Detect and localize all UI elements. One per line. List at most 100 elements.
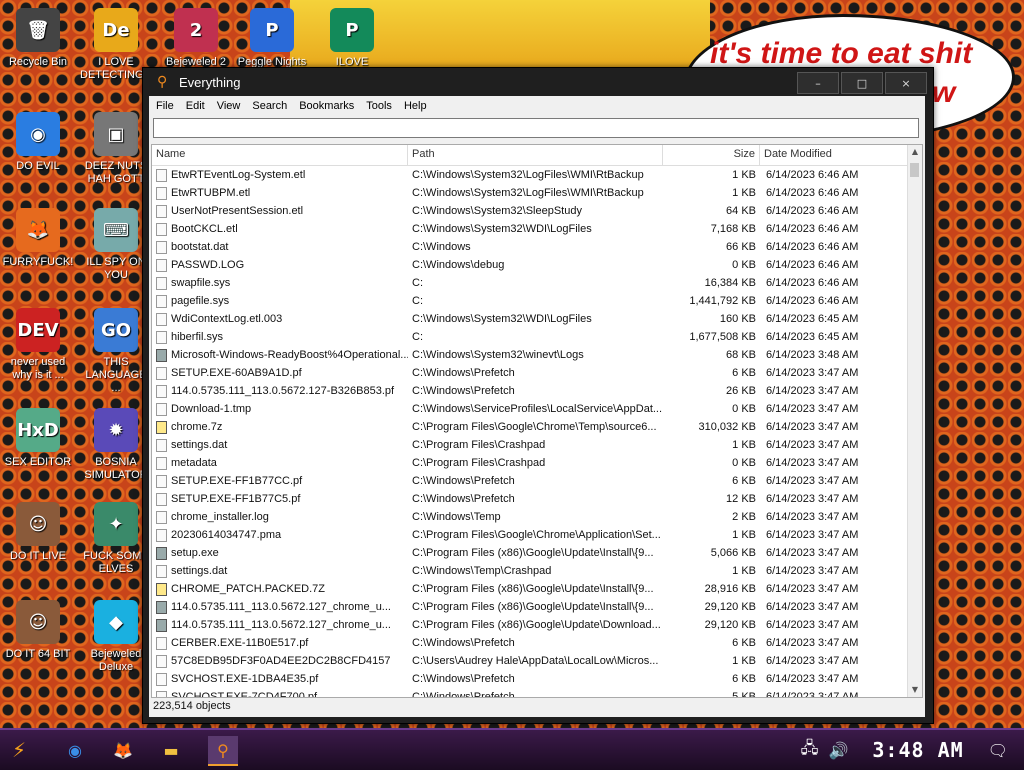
cell-size: 29,120 KB (704, 601, 756, 613)
cell-path: C:\Program Files (x86)\Google\Update\Ins… (412, 583, 654, 595)
cell-size: 28,916 KB (704, 583, 756, 595)
menu-bookmarks[interactable]: Bookmarks (294, 100, 359, 112)
table-row[interactable]: 114.0.5735.111_113.0.5672.127_chrome_u..… (152, 616, 922, 634)
cell-size: 12 KB (726, 493, 756, 505)
table-row[interactable]: Download-1.tmp C:\Windows\ServiceProfiles… (152, 400, 922, 418)
table-row[interactable]: WdiContextLog.etl.003 C:\Windows\System32… (152, 310, 922, 328)
clock[interactable]: 3:48 AM (872, 738, 963, 762)
cell-path: C: (412, 277, 423, 289)
mine-icon: ✹ (94, 408, 138, 452)
search-input[interactable] (153, 118, 919, 138)
executable-icon (156, 618, 167, 632)
table-row[interactable]: 20230614034747.pma C:\Program Files\Googl… (152, 526, 922, 544)
cell-name: Download-1.tmp (152, 402, 408, 416)
taskbar-firefox-icon[interactable]: 🦊 (108, 736, 138, 764)
file-icon (156, 402, 167, 416)
table-row[interactable]: chrome.7z C:\Program Files\Google\Chrome\… (152, 418, 922, 436)
maximize-button[interactable]: □ (841, 72, 883, 94)
table-row[interactable]: SETUP.EXE-60AB9A1D.pf C:\Windows\Prefetch… (152, 364, 922, 382)
table-row[interactable]: PASSWD.LOG C:\Windows\debug 0 KB 6/14/2023 … (152, 256, 922, 274)
file-icon (156, 438, 167, 452)
menu-file[interactable]: File (151, 100, 179, 112)
notification-icon[interactable]: 🗨 (988, 741, 1008, 760)
vertical-scrollbar[interactable]: ▲ ▼ (907, 145, 922, 697)
cell-path: C:\Windows\Prefetch (412, 385, 515, 397)
table-row[interactable]: bootstat.dat C:\Windows 66 KB 6/14/2023 6:4… (152, 238, 922, 256)
table-row[interactable]: Microsoft-Windows-ReadyBoost%4Operationa… (152, 346, 922, 364)
table-row[interactable]: BootCKCL.etl C:\Windows\System32\WDI\LogF… (152, 220, 922, 238)
desktop-shortcut[interactable]: DEV never used why is it ... (2, 308, 74, 382)
cell-name: chrome_installer.log (152, 510, 408, 524)
taskbar-explorer-icon[interactable]: ▬ (156, 736, 186, 764)
goland-icon: GO (94, 308, 138, 352)
menu-search[interactable]: Search (247, 100, 292, 112)
taskbar-chrome-icon[interactable]: ◉ (60, 736, 90, 764)
taskbar: ⚡ ◉ 🦊 ▬ ⚲ 🖧 🔊 3:48 AM 🗨 (0, 728, 1024, 770)
cell-path: C:\Windows\ServiceProfiles\LocalService\… (412, 403, 663, 415)
column-size[interactable]: Size (663, 145, 760, 165)
desktop-shortcut[interactable]: ☺ DO IT LIVE (2, 502, 74, 563)
scroll-thumb[interactable] (910, 163, 919, 177)
table-row[interactable]: pagefile.sys C: 1,441,792 KB 6/14/2023 6:46… (152, 292, 922, 310)
table-row[interactable]: EtwRTUBPM.etl C:\Windows\System32\LogFile… (152, 184, 922, 202)
menu-tools[interactable]: Tools (361, 100, 397, 112)
desktop-shortcut-label: DO IT 64 BIT (5, 648, 71, 660)
menu-help[interactable]: Help (399, 100, 432, 112)
desktop-shortcut[interactable]: P ILOVE (316, 8, 388, 69)
table-row[interactable]: SVCHOST.EXE-1DBA4E35.pf C:\Windows\Prefet… (152, 670, 922, 688)
cell-name: Microsoft-Windows-ReadyBoost%4Operationa… (152, 348, 408, 362)
table-row[interactable]: SETUP.EXE-FF1B77C5.pf C:\Windows\Prefetch… (152, 490, 922, 508)
desktop-shortcut[interactable]: HxD SEX EDITOR (2, 408, 74, 469)
desktop-shortcut[interactable]: 🗑 Recycle Bin (2, 8, 74, 69)
desktop-shortcut[interactable]: 2 Bejeweled 2 (160, 8, 232, 69)
network-icon[interactable]: 🖧 (801, 737, 819, 764)
table-row[interactable]: metadata C:\Program Files\Crashpad 0 KB 6/1… (152, 454, 922, 472)
table-row[interactable]: SVCHOST.EXE-7CD4F700.pf C:\Windows\Prefet… (152, 688, 922, 697)
de-app-icon: De (94, 8, 138, 52)
scroll-down-icon[interactable]: ▼ (908, 683, 922, 697)
table-row[interactable]: settings.dat C:\Program Files\Crashpad 1 K… (152, 436, 922, 454)
column-date-modified[interactable]: Date Modified (760, 145, 910, 165)
cell-name: SETUP.EXE-FF1B77CC.pf (152, 474, 408, 488)
start-button[interactable]: ⚡ (12, 738, 40, 762)
table-row[interactable]: CERBER.EXE-11B0E517.pf C:\Windows\Prefetc… (152, 634, 922, 652)
table-row[interactable]: CHROME_PATCH.PACKED.7Z C:\Program Files (… (152, 580, 922, 598)
table-row[interactable]: SETUP.EXE-FF1B77CC.pf C:\Windows\Prefetch… (152, 472, 922, 490)
table-row[interactable]: settings.dat C:\Windows\Temp\Crashpad 1 KB… (152, 562, 922, 580)
cell-name: EtwRTUBPM.etl (152, 186, 408, 200)
cell-date: 6/14/2023 6:45 AM (766, 331, 859, 343)
file-icon (156, 456, 167, 470)
volume-icon[interactable]: 🔊 (828, 741, 848, 760)
table-row[interactable]: hiberfil.sys C: 1,677,508 KB 6/14/2023 6:45… (152, 328, 922, 346)
table-row[interactable]: setup.exe C:\Program Files (x86)\Google\U… (152, 544, 922, 562)
minimize-button[interactable]: – (797, 72, 839, 94)
menu-edit[interactable]: Edit (181, 100, 210, 112)
cell-path: C:\Windows\Temp (412, 511, 501, 523)
desktop-shortcut[interactable]: 🦊 FURRYFUCK! (2, 208, 74, 269)
taskbar-everything-icon[interactable]: ⚲ (208, 736, 238, 766)
close-button[interactable]: × (885, 72, 927, 94)
table-row[interactable]: 114.0.5735.111_113.0.5672.127-B326B853.p… (152, 382, 922, 400)
desktop-shortcut[interactable]: ◉ DO EVIL (2, 112, 74, 173)
table-row[interactable]: swapfile.sys C: 16,384 KB 6/14/2023 6:46 AM (152, 274, 922, 292)
file-name: settings.dat (171, 565, 228, 577)
column-name[interactable]: Name (152, 145, 408, 165)
table-row[interactable]: 57C8EDB95DF3F0AD4EE2DC2B8CFD4157 C:\Users… (152, 652, 922, 670)
column-path[interactable]: Path (408, 145, 663, 165)
scroll-up-icon[interactable]: ▲ (908, 145, 922, 159)
table-row[interactable]: 114.0.5735.111_113.0.5672.127_chrome_u..… (152, 598, 922, 616)
table-row[interactable]: UserNotPresentSession.etl C:\Windows\Syst… (152, 202, 922, 220)
portrait-64-icon: ☺ (16, 600, 60, 644)
cell-size: 6 KB (732, 475, 756, 487)
cell-size: 26 KB (726, 385, 756, 397)
cell-size: 1,677,508 KB (689, 331, 756, 343)
cell-size: 64 KB (726, 205, 756, 217)
desktop-shortcut[interactable]: ☺ DO IT 64 BIT (2, 600, 74, 661)
table-row[interactable]: EtwRTEventLog-System.etl C:\Windows\Syste… (152, 166, 922, 184)
table-row[interactable]: chrome_installer.log C:\Windows\Temp 2 KB 6… (152, 508, 922, 526)
cell-path: C:\Program Files (x86)\Google\Update\Ins… (412, 601, 654, 613)
menu-view[interactable]: View (212, 100, 246, 112)
desktop-shortcut[interactable]: P Peggle Nights (236, 8, 308, 69)
cell-size: 66 KB (726, 241, 756, 253)
bejeweled-2-icon: 2 (174, 8, 218, 52)
